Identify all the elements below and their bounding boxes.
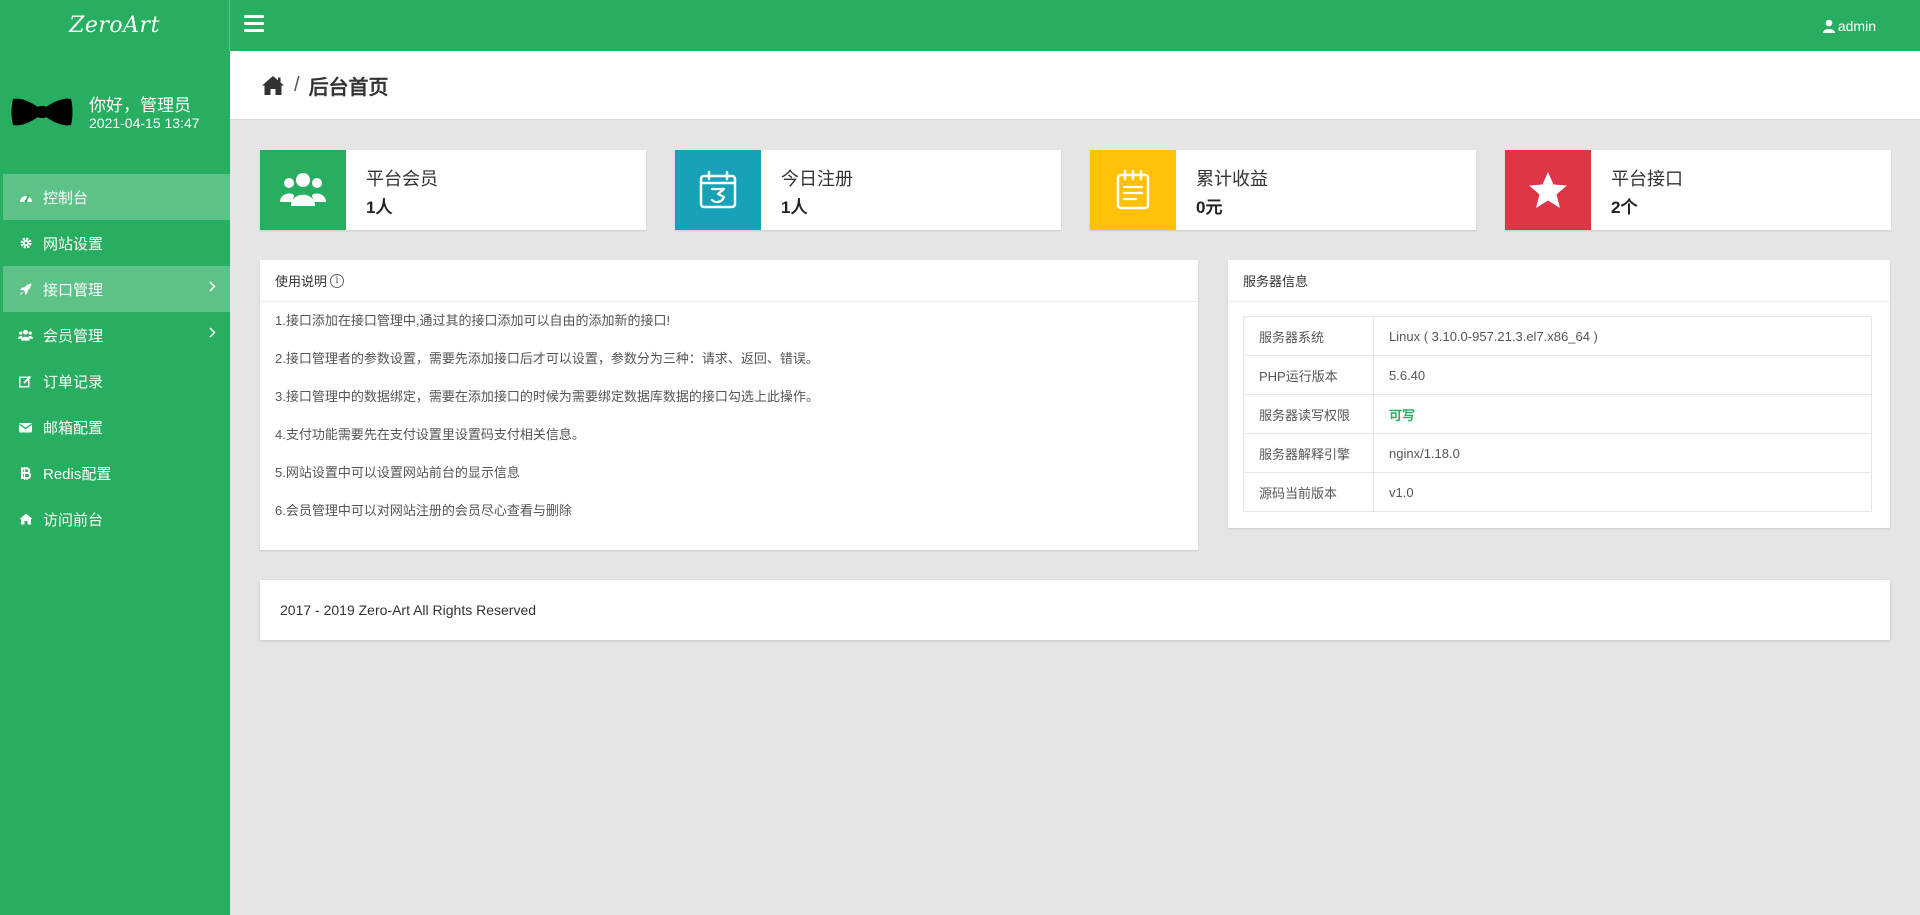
sidebar-item-orders[interactable]: 订单记录 [0, 358, 230, 404]
table-row: PHP运行版本 5.6.40 [1243, 355, 1872, 395]
rocket-icon [18, 282, 33, 297]
logo[interactable]: ZeroArt [0, 0, 230, 51]
table-value: 可写 [1373, 394, 1872, 434]
list-item: 6.会员管理中可以对网站注册的会员尽心查看与删除 [275, 503, 572, 518]
sidebar-item-label: 订单记录 [43, 373, 104, 391]
notepad-icon [1090, 150, 1176, 230]
server-title: 服务器信息 [1243, 274, 1309, 289]
home-icon[interactable] [261, 75, 285, 96]
top-bar: ZeroArt admin [0, 0, 1920, 51]
breadcrumb: / 后台首页 [230, 51, 1920, 120]
stat-label: 累计收益 [1196, 169, 1268, 189]
dashboard-icon [18, 190, 33, 205]
chevron-right-icon [209, 327, 216, 338]
breadcrumb-separator: / [294, 73, 300, 96]
menu-toggle-icon[interactable] [244, 15, 264, 33]
users-icon [18, 328, 33, 343]
logo-text: ZeroArt [69, 13, 160, 38]
users-icon [260, 150, 346, 230]
edit-icon [18, 374, 33, 389]
sidebar-item-api-management[interactable]: 接口管理 [3, 266, 230, 312]
table-key: 服务器读写权限 [1243, 394, 1374, 434]
list-item: 3.接口管理中的数据绑定，需要在添加接口的时候为需要绑定数据库数据的接口勾选上此… [275, 389, 819, 404]
usage-panel: 使用说明 i 1.接口添加在接口管理中,通过其的接口添加可以自由的添加新的接口!… [260, 260, 1198, 550]
sidebar-item-mail-config[interactable]: 邮箱配置 [0, 404, 230, 450]
sidebar: 你好，管理员 2021-04-15 13:47 控制台 网站设置 接口管理 会员… [0, 51, 230, 915]
sidebar-item-redis-config[interactable]: Redis配置 [0, 450, 230, 496]
copyright-text: 2017 - 2019 Zero-Art All Rights Reserved [280, 602, 537, 618]
table-key: 源码当前版本 [1243, 472, 1374, 512]
usage-panel-header: 使用说明 i [260, 260, 1198, 302]
server-info-panel: 服务器信息 服务器系统 Linux ( 3.10.0-957.21.3.el7.… [1228, 260, 1890, 528]
sidebar-item-label: 控制台 [43, 189, 89, 207]
footer: 2017 - 2019 Zero-Art All Rights Reserved [260, 580, 1890, 640]
calendar-icon [675, 150, 761, 230]
stat-card-revenue: 累计收益 0元 [1090, 150, 1476, 230]
gear-icon [18, 236, 33, 251]
profile: 你好，管理员 2021-04-15 13:47 [0, 51, 230, 171]
table-row: 服务器系统 Linux ( 3.10.0-957.21.3.el7.x86_64… [1243, 316, 1872, 356]
stat-label: 平台会员 [366, 169, 438, 189]
list-item: 5.网站设置中可以设置网站前台的显示信息 [275, 465, 520, 480]
table-row: 源码当前版本 v1.0 [1243, 472, 1872, 512]
sidebar-item-label: 邮箱配置 [43, 419, 104, 437]
sidebar-item-dashboard[interactable]: 控制台 [3, 174, 230, 220]
sidebar-item-label: 会员管理 [43, 327, 104, 345]
stat-card-apis: 平台接口 2个 [1505, 150, 1891, 230]
user-icon [1822, 19, 1835, 33]
table-row: 服务器解释引擎 nginx/1.18.0 [1243, 433, 1872, 473]
table-value: Linux ( 3.10.0-957.21.3.el7.x86_64 ) [1373, 316, 1872, 356]
stat-label: 平台接口 [1611, 169, 1683, 189]
table-key: 服务器系统 [1243, 316, 1374, 356]
usage-list: 1.接口添加在接口管理中,通过其的接口添加可以自由的添加新的接口! 2.接口管理… [260, 302, 1198, 536]
list-item: 4.支付功能需要先在支付设置里设置码支付相关信息。 [275, 427, 585, 442]
avatar [11, 98, 73, 126]
star-icon [1505, 150, 1591, 230]
sidebar-item-site-settings[interactable]: 网站设置 [0, 220, 230, 266]
username: admin [1837, 17, 1876, 34]
table-key: PHP运行版本 [1243, 355, 1374, 395]
stat-value: 1人 [781, 198, 808, 217]
info-icon[interactable]: i [330, 273, 345, 288]
usage-title: 使用说明 [275, 274, 328, 289]
sidebar-item-member-management[interactable]: 会员管理 [0, 312, 230, 358]
table-row: 服务器读写权限 可写 [1243, 394, 1872, 434]
server-info-table: 服务器系统 Linux ( 3.10.0-957.21.3.el7.x86_64… [1243, 316, 1872, 512]
sidebar-item-visit-front[interactable]: 访问前台 [0, 496, 230, 542]
sidebar-item-label: 接口管理 [43, 281, 104, 299]
list-item: 2.接口管理者的参数设置，需要先添加接口后才可以设置，参数分为三种：请求、返回、… [275, 351, 819, 366]
table-value: v1.0 [1373, 472, 1872, 512]
sidebar-menu: 控制台 网站设置 接口管理 会员管理 订单记录 邮箱配置 Redis配置 访问前… [0, 174, 230, 542]
table-value: nginx/1.18.0 [1373, 433, 1872, 473]
page-title: 后台首页 [308, 76, 389, 99]
table-value: 5.6.40 [1373, 355, 1872, 395]
table-key: 服务器解释引擎 [1243, 433, 1374, 473]
sidebar-item-label: 访问前台 [43, 511, 104, 529]
stat-label: 今日注册 [781, 169, 853, 189]
login-time: 2021-04-15 13:47 [89, 115, 200, 131]
home-icon [18, 512, 33, 527]
stat-card-members: 平台会员 1人 [260, 150, 646, 230]
chevron-right-icon [209, 281, 216, 292]
sidebar-item-label: 网站设置 [43, 235, 104, 253]
user-menu[interactable]: admin [1822, 0, 1876, 51]
sidebar-item-label: Redis配置 [43, 465, 112, 483]
server-panel-header: 服务器信息 [1228, 260, 1890, 302]
stat-value: 0元 [1196, 198, 1223, 217]
bitcoin-icon [18, 466, 33, 481]
stat-value: 1人 [366, 198, 393, 217]
stat-value: 2个 [1611, 198, 1638, 217]
stat-card-registrations: 今日注册 1人 [675, 150, 1061, 230]
envelope-icon [18, 420, 33, 435]
greeting: 你好，管理员 [89, 96, 191, 115]
list-item: 1.接口添加在接口管理中,通过其的接口添加可以自由的添加新的接口! [275, 313, 671, 328]
